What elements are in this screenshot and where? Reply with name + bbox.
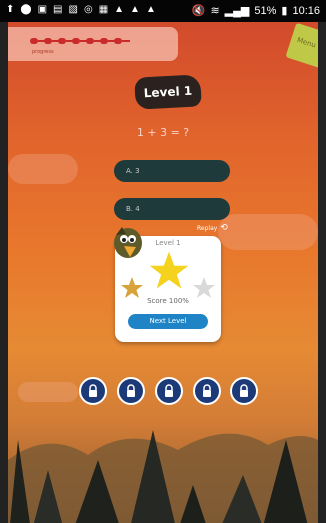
progress-step [44, 38, 60, 44]
signal-icon: ▂▄▆ [224, 5, 250, 17]
cloud [8, 154, 78, 184]
replay-label: Replay [197, 224, 218, 232]
cloud [218, 214, 318, 250]
star-icon [149, 251, 189, 289]
progress-step [30, 38, 46, 44]
lock-icon [89, 384, 97, 397]
forest-background [8, 430, 318, 523]
notification-icon: ▣ [37, 4, 48, 15]
progress-card: progress [8, 27, 178, 61]
lock-icon [240, 384, 248, 397]
warning-icon: ▲ [130, 4, 140, 15]
lock-icon [165, 384, 173, 397]
question-text: 1 + 3 = ? [136, 126, 190, 139]
battery-level: 51% [254, 4, 277, 17]
calendar-icon: ▤ [53, 4, 63, 15]
progress-step [114, 38, 130, 44]
warning-icon: ▲ [145, 4, 156, 15]
wifi-icon: ≋ [210, 5, 220, 17]
notification-icon: ⬆ [6, 4, 15, 15]
progress-step [86, 38, 102, 44]
progress-step [72, 38, 88, 44]
lock-icon [203, 384, 211, 397]
menu-button[interactable]: Menu [285, 22, 318, 70]
bird-mascot-icon [114, 227, 142, 258]
progress-step [58, 38, 74, 44]
warning-icon: ▲ [114, 4, 125, 15]
replay-icon: ⟲ [220, 223, 228, 233]
lock-icon [127, 384, 135, 397]
score-text: Score 100% [147, 297, 189, 305]
clock: 10:16 [292, 4, 320, 17]
answer-option-a[interactable]: A. 3 [114, 160, 230, 182]
app-screen: ⬆ ⬤ ▣ ▤ ▧ ◎ ▦ ▲ ▲ ▲ 🔇 ≋ ▂▄▆ 51% ▮ 10:16 [0, 0, 326, 523]
next-level-button[interactable]: Next Level [128, 314, 208, 329]
answer-option-b[interactable]: B. 4 [114, 198, 230, 220]
level-badge: Level 1 [134, 74, 202, 110]
mute-icon: 🔇 [191, 5, 206, 17]
replay-button[interactable]: Replay ⟲ [197, 223, 228, 233]
notification-icon: ▧ [68, 4, 78, 15]
notification-icon: ⬤ [20, 4, 32, 15]
menu-label: Menu [296, 35, 317, 50]
battery-icon: ▮ [281, 5, 288, 17]
status-bar: ⬆ ⬤ ▣ ▤ ▧ ◎ ▦ ▲ ▲ ▲ 🔇 ≋ ▂▄▆ 51% ▮ 10:16 [0, 0, 326, 22]
game-area: progress Menu Level 1 1 + 3 = ? A. 3 B. … [8, 22, 318, 523]
progress-track [30, 38, 130, 44]
progress-step [100, 38, 116, 44]
notification-icon: ▦ [98, 4, 109, 15]
progress-label: progress [32, 49, 54, 55]
notification-icon: ◎ [83, 4, 93, 15]
